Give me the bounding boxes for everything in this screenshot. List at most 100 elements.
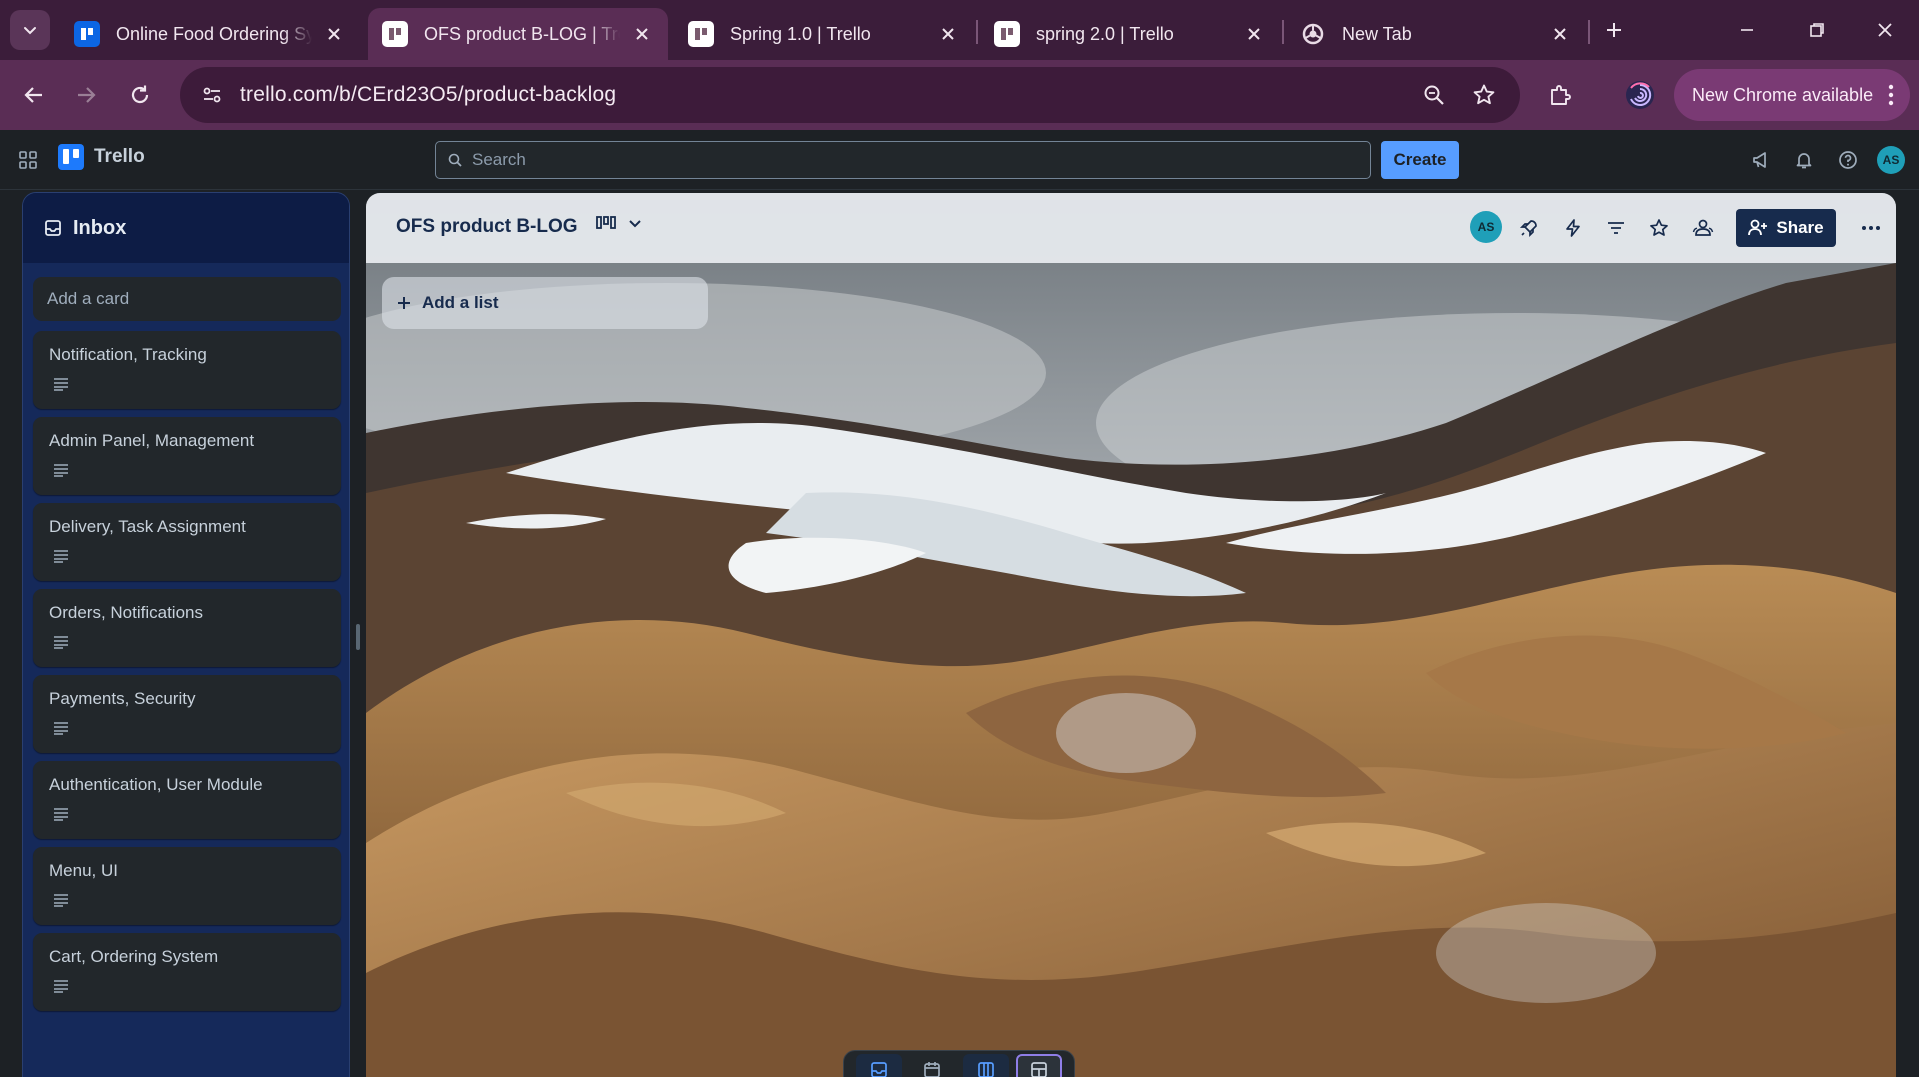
arrow-left-icon (24, 87, 42, 103)
description-icon (54, 894, 68, 907)
filter-button[interactable] (1601, 213, 1631, 243)
close-window-button[interactable] (1862, 10, 1908, 50)
minimize-icon (1741, 29, 1753, 31)
browser-tab[interactable]: Spring 1.0 | Trello (674, 8, 974, 60)
back-button[interactable] (12, 73, 56, 117)
card-title: Cart, Ordering System (49, 947, 219, 966)
tab-search-dropdown-button[interactable] (10, 10, 50, 50)
board-view-icon (596, 216, 616, 229)
description-icon (54, 550, 68, 563)
site-settings-icon[interactable] (194, 77, 230, 113)
share-label: Share (1776, 218, 1824, 237)
inbox-card[interactable]: Orders, Notifications (33, 589, 341, 667)
board-title[interactable]: OFS product B-LOG (396, 216, 578, 238)
plus-icon (1607, 23, 1621, 37)
share-button[interactable]: Share (1736, 209, 1836, 247)
tab-separator (1282, 20, 1284, 44)
app-switcher-button[interactable] (14, 146, 42, 174)
create-button[interactable]: Create (1381, 141, 1459, 179)
profile-button[interactable] (1618, 73, 1662, 117)
inbox-icon (870, 1062, 887, 1077)
minimize-button[interactable] (1724, 10, 1770, 50)
inbox-card[interactable]: Authentication, User Module (33, 761, 341, 839)
description-icon (54, 636, 68, 649)
card-title: Delivery, Task Assignment (49, 517, 246, 536)
visibility-button[interactable] (1688, 213, 1718, 243)
close-icon[interactable] (322, 22, 346, 46)
tab-title: spring 2.0 | Trello (1036, 23, 1174, 44)
filter-icon (1608, 222, 1624, 234)
board-member-avatar[interactable]: AS (1470, 211, 1502, 243)
add-person-icon (1748, 219, 1768, 236)
tab-title: OFS product B-LOG | Trel (424, 23, 620, 44)
bell-icon (1796, 153, 1812, 169)
add-card-input[interactable]: Add a card (33, 277, 341, 321)
chrome-update-button[interactable]: New Chrome available (1674, 69, 1910, 121)
zoom-icon[interactable] (1416, 77, 1452, 113)
inbox-header: Inbox (23, 193, 349, 263)
inbox-card[interactable]: Menu, UI (33, 847, 341, 925)
add-list-label: Add a list (422, 293, 499, 312)
automation-button[interactable] (1558, 213, 1588, 243)
bookmark-star-icon[interactable] (1466, 77, 1502, 113)
star-board-button[interactable] (1644, 213, 1674, 243)
browser-tab-active[interactable]: OFS product B-LOG | Trel (368, 8, 668, 60)
avatar[interactable]: AS (1877, 146, 1905, 174)
new-tab-button[interactable] (1598, 14, 1630, 46)
chrome-update-label: New Chrome available (1692, 84, 1874, 105)
browser-tab-bar: Online Food Ordering Sy OFS product B-LO… (0, 0, 1919, 60)
inbox-card[interactable]: Notification, Tracking (33, 331, 341, 409)
chevron-down-icon (629, 220, 641, 228)
reload-icon (131, 85, 149, 104)
add-list-button[interactable]: Add a list (382, 277, 708, 329)
board-view-icon (977, 1062, 994, 1077)
url-text[interactable]: trello.com/b/CErd23O5/product-backlog (240, 83, 616, 107)
browser-tab[interactable]: New Tab (1286, 8, 1586, 60)
puzzle-icon (1551, 85, 1571, 105)
reload-button[interactable] (118, 73, 162, 117)
close-icon[interactable] (1548, 22, 1572, 46)
inbox-toggle-button[interactable] (855, 1054, 902, 1077)
browser-toolbar: trello.com/b/CErd23O5/product-backlog Ne… (0, 60, 1919, 130)
board-canvas: OFS product B-LOG AS Share Add a list (366, 193, 1896, 1077)
description-icon (54, 378, 68, 391)
close-icon[interactable] (630, 22, 654, 46)
panel-resize-handle[interactable] (356, 624, 360, 650)
board-menu-button[interactable] (1856, 213, 1886, 243)
extensions-button[interactable] (1538, 73, 1582, 117)
spiral-avatar-icon (1626, 81, 1654, 109)
notifications-button[interactable] (1789, 145, 1819, 175)
tab-separator (976, 20, 978, 44)
search-input[interactable] (472, 150, 1352, 170)
description-icon (54, 980, 68, 993)
inbox-card[interactable]: Admin Panel, Management (33, 417, 341, 495)
address-bar[interactable]: trello.com/b/CErd23O5/product-backlog (180, 67, 1520, 123)
search-field[interactable] (435, 141, 1371, 179)
grid-icon (19, 151, 37, 169)
forward-button[interactable] (64, 73, 108, 117)
announcements-button[interactable] (1746, 145, 1776, 175)
more-vert-icon (1888, 84, 1894, 106)
inbox-card[interactable]: Delivery, Task Assignment (33, 503, 341, 581)
trello-home-link[interactable]: Trello (58, 144, 145, 170)
star-icon (1650, 219, 1668, 236)
close-icon[interactable] (936, 22, 960, 46)
switch-boards-button[interactable] (1016, 1054, 1063, 1077)
bottom-view-switcher (843, 1050, 1075, 1077)
description-icon (54, 464, 68, 477)
power-ups-button[interactable] (1514, 213, 1544, 243)
browser-tab[interactable]: Online Food Ordering Sy (60, 8, 360, 60)
board-toggle-button[interactable] (962, 1054, 1009, 1077)
help-button[interactable] (1833, 145, 1863, 175)
arrow-right-icon (78, 87, 96, 103)
inbox-card[interactable]: Cart, Ordering System (33, 933, 341, 1011)
browser-tab[interactable]: spring 2.0 | Trello (980, 8, 1280, 60)
close-icon[interactable] (1242, 22, 1266, 46)
inbox-card[interactable]: Payments, Security (33, 675, 341, 753)
restore-button[interactable] (1794, 10, 1840, 50)
board-view-switcher[interactable] (596, 215, 642, 231)
trello-icon (382, 21, 408, 47)
switch-boards-icon (1031, 1062, 1048, 1077)
tab-separator (1588, 20, 1590, 44)
planner-toggle-button[interactable] (909, 1054, 955, 1077)
